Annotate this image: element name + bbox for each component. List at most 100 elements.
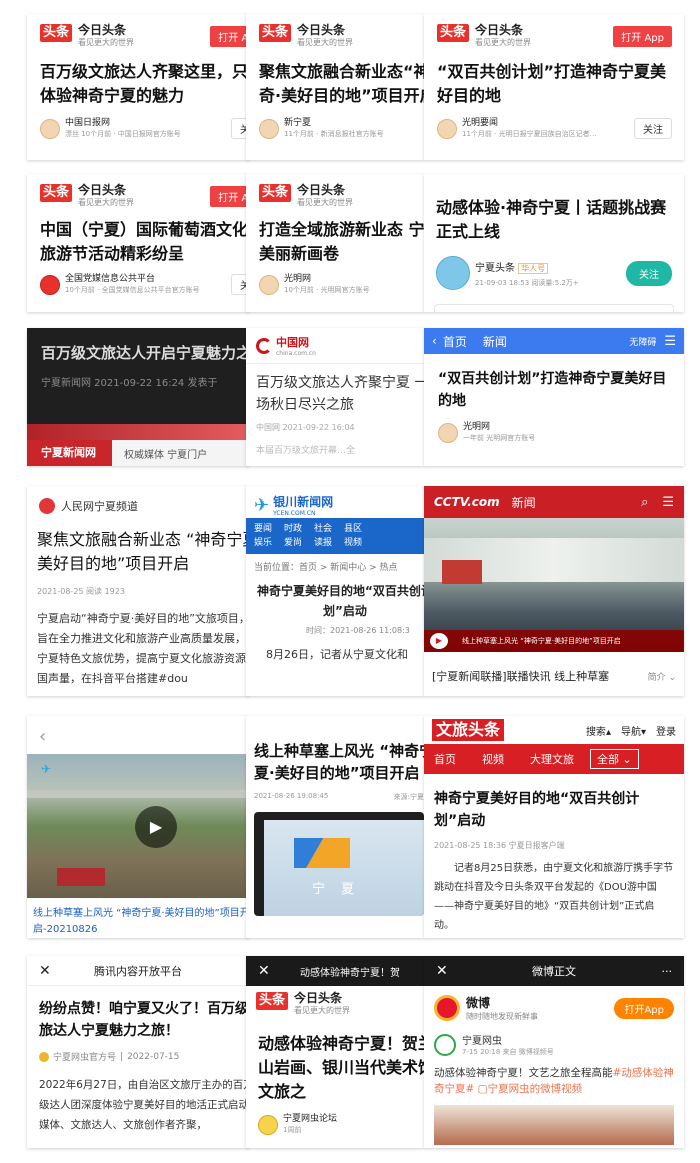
nav-menu[interactable]: 导航▾ <box>621 723 646 738</box>
video-frame[interactable]: ▶ ✈ <box>27 754 249 898</box>
ningxia-news-card[interactable]: 百万级文旅达人开启宁夏魅力之旅 宁夏新闻网 2021-09-22 16:24 发… <box>27 328 249 466</box>
video-frame[interactable]: 宁 夏 <box>254 812 424 916</box>
tab-all-dropdown[interactable]: 全部 ⌄ <box>590 749 639 769</box>
video-link[interactable]: 宁夏网虫的微博视频 <box>488 1083 583 1095</box>
gmw-topbar: ‹ 首页 新闻 无障碍 ☰ <box>424 328 684 354</box>
close-icon[interactable]: ✕ <box>258 963 270 979</box>
open-app-button[interactable]: 打开 App <box>210 25 249 47</box>
huaren-card[interactable]: 动感体验·神奇宁夏丨话题挑战赛正式上线 宁夏头条 华人号 21-09-03 18… <box>424 174 684 312</box>
site-domain: YCEN.COM.CN <box>273 510 316 517</box>
video-frame[interactable]: 线上种草塞上风光 “神奇宁夏·美好目的地”项目开启 ▶ <box>424 518 684 652</box>
brand-name: 今日头条 <box>78 183 127 197</box>
article-title[interactable]: 聚焦文旅融合新业态 “神奇宁夏·美好目的地”项目开启 <box>27 514 249 576</box>
play-icon[interactable]: ▶ <box>430 633 448 649</box>
video-card-1[interactable]: ‹ ▶ ✈ 线上种草塞上风光 “神奇宁夏·美好目的地”项目开启-20210826 <box>27 716 249 938</box>
toutiao-header: 头条 今日头条 看见更大的世界 <box>40 24 134 48</box>
user-name[interactable]: 宁夏网虫 <box>462 1032 554 1047</box>
cctv-topbar: CCTV.com 新闻 ⌕ ☰ <box>424 486 684 518</box>
open-app-button[interactable]: 打开 App <box>613 25 672 47</box>
search-icon[interactable]: ⌕ <box>641 495 648 510</box>
toutiao-card-3[interactable]: 头条 今日头条 看见更大的世界 打开 App “双百共创计划”打造神奇宁夏美好目的… <box>424 14 684 160</box>
article-title[interactable]: “双百共创计划”打造神奇宁夏美好目的地 <box>424 354 684 412</box>
open-app-button[interactable]: 打开App <box>614 997 674 1019</box>
toutiao-card-2[interactable]: 头条 今日头条 看见更大的世界 聚焦文旅融合新业态“神奇·美好目的地”项目开启 新… <box>246 14 424 160</box>
video-watermark <box>57 868 105 886</box>
accessibility-link[interactable]: 无障碍 <box>629 335 656 348</box>
page-title: 微博正文 <box>532 965 576 978</box>
peoplenet-card[interactable]: 人民网宁夏频道 聚焦文旅融合新业态 “神奇宁夏·美好目的地”项目开启 2021-… <box>27 486 249 696</box>
article-meta: 中国网 2021-09-22 16:04 <box>256 423 355 432</box>
back-icon[interactable]: ‹ <box>432 334 437 348</box>
nav-item[interactable]: 要闻 <box>254 522 272 536</box>
tab-dali[interactable]: 大理文旅 <box>530 751 574 767</box>
chevron-down-icon: ⌄ <box>668 672 676 683</box>
nav-item[interactable]: 爱尚 <box>284 536 302 550</box>
nav-item[interactable]: 时政 <box>284 522 302 536</box>
search-label: 搜索 <box>585 726 606 738</box>
nav-item[interactable]: 社会 <box>314 522 332 536</box>
video-thumbnail[interactable] <box>434 1105 674 1145</box>
home-link[interactable]: 首页 <box>443 333 467 350</box>
brand-name: 今日头条 <box>294 991 343 1005</box>
login-link[interactable]: 登录 <box>656 723 676 738</box>
more-icon[interactable]: ··· <box>662 965 673 978</box>
article-source: 来源:宁夏 <box>393 793 424 801</box>
article-title[interactable]: 百万级文旅达人开启宁夏魅力之旅 <box>27 328 249 364</box>
follow-button[interactable]: 关注 <box>634 118 672 139</box>
tab-home[interactable]: 首页 <box>434 751 456 767</box>
tencent-card[interactable]: ✕ 腾讯内容开放平台 纷纷点赞！咱宁夏又火了！百万级文旅达人宁夏魅力之旅！ 宁夏… <box>27 956 249 1148</box>
nav-item[interactable]: 读报 <box>314 536 332 550</box>
toutiao-card-4[interactable]: 头条 今日头条看见更大的世界 打开 App 中国（宁夏）国际葡萄酒文化旅游节活动… <box>27 174 249 312</box>
close-icon[interactable]: ✕ <box>39 963 51 979</box>
weibo-header: 微博 随时随地发现新鲜事 打开App <box>424 986 684 1022</box>
article-title[interactable]: 纷纷点赞！咱宁夏又火了！百万级文旅达人宁夏魅力之旅！ <box>27 986 249 1042</box>
close-icon[interactable]: ✕ <box>436 963 448 979</box>
article-title[interactable]: 神奇宁夏美好目的地“双百共创计划”启动 <box>424 774 684 832</box>
article-title[interactable]: “双百共创计划”打造神奇宁夏美好目的地 <box>424 48 684 108</box>
article-title[interactable]: 线上种草塞上风光 “神奇宁夏·美好目的地”项目开启 <box>246 716 424 784</box>
article-title[interactable]: 聚焦文旅融合新业态“神奇·美好目的地”项目开启 <box>246 48 424 108</box>
source-avatar <box>258 1114 278 1135</box>
nav-item[interactable]: 县区 <box>344 522 362 536</box>
follow-button[interactable]: 关注 <box>626 260 672 286</box>
menu-icon[interactable]: ☰ <box>662 495 674 510</box>
menu-icon[interactable]: ☰ <box>664 334 676 349</box>
article-title[interactable]: 神奇宁夏美好目的地“双百共创计划”启动 <box>246 573 424 621</box>
open-app-button[interactable]: 打开 App <box>210 185 249 207</box>
video-card-2[interactable]: 线上种草塞上风光 “神奇宁夏·美好目的地”项目开启 2021-08-26 19:… <box>246 716 424 938</box>
toutiao-card-5[interactable]: 头条 今日头条 看见更大的世界 打造全域旅游新业态 宁夏美丽新画卷 光明网 10个月… <box>246 174 424 312</box>
tab-video[interactable]: 视频 <box>482 751 504 767</box>
article-title[interactable]: 百万级文旅达人齐聚这里，只为体验神奇宁夏的魅力 <box>27 48 249 108</box>
weibo-card[interactable]: ✕ 微博正文 ··· 微博 随时随地发现新鲜事 打开App 宁夏网虫 7-15 20… <box>424 956 684 1148</box>
article-title[interactable]: 百万级文旅达人齐聚宁夏 一场秋日尽兴之旅 <box>246 364 424 416</box>
source-row: 宁夏网虫论坛 1周前 <box>246 1104 424 1135</box>
toutiao-card-1[interactable]: 头条 今日头条看见更大的世界 打开 App 百万级文旅达人齐聚这里，只为体验神奇… <box>27 14 249 160</box>
back-icon[interactable]: ‹ <box>27 716 249 754</box>
toutiao-card-6[interactable]: ✕ 动感体验神奇宁夏！贺 头条 今日头条 看见更大的世界 动感体验神奇宁夏！贺兰山… <box>246 956 424 1148</box>
intro-toggle[interactable]: 简介 ⌄ <box>642 670 676 683</box>
video-title[interactable]: [宁夏新闻联播]联播快讯 线上种草塞 <box>432 668 609 684</box>
chinanet-card[interactable]: 中国网 china.com.cn 百万级文旅达人齐聚宁夏 一场秋日尽兴之旅 中国网… <box>246 328 424 466</box>
chinanet-logo-icon <box>256 337 272 354</box>
toutiao-logo: 头条 <box>259 184 292 202</box>
article-title[interactable]: 中国（宁夏）国际葡萄酒文化旅游节活动精彩纷呈 <box>27 208 249 266</box>
article-meta: 2021-08-26 19:08:45 来源:宁夏 <box>246 784 424 802</box>
wenlv-card[interactable]: 文旅头条 搜索▴ 导航▾ 登录 首页 视频 大理文旅 全部 ⌄ 神奇宁夏美好目的… <box>424 716 684 938</box>
source-tag-badge: 华人号 <box>518 262 549 274</box>
user-avatar[interactable] <box>434 1033 456 1056</box>
post-user-row: 宁夏网虫 7-15 20:18 来自 微博视频号 <box>424 1022 684 1057</box>
article-title[interactable]: 打造全域旅游新业态 宁夏美丽新画卷 <box>246 208 424 266</box>
site-name: 人民网宁夏频道 <box>61 500 138 513</box>
video-caption-link[interactable]: 线上种草塞上风光 “神奇宁夏·美好目的地”项目开启-20210826 <box>27 898 249 938</box>
ningxia-logo-icon: ✈ <box>41 762 52 776</box>
play-icon[interactable]: ▶ <box>135 806 177 848</box>
search-menu[interactable]: 搜索▴ <box>586 723 611 738</box>
nav-item[interactable]: 视频 <box>344 536 362 550</box>
nav-item[interactable]: 娱乐 <box>254 536 272 550</box>
article-title[interactable]: 动感体验·神奇宁夏丨话题挑战赛正式上线 <box>424 174 684 244</box>
article-title[interactable]: 动感体验神奇宁夏！贺兰山岩画、银川当代美术馆文旅之 <box>246 1016 424 1104</box>
cctv-card[interactable]: CCTV.com 新闻 ⌕ ☰ 线上种草塞上风光 “神奇宁夏·美好目的地”项目开… <box>424 486 684 696</box>
gmw-card[interactable]: ‹ 首页 新闻 无障碍 ☰ “双百共创计划”打造神奇宁夏美好目的地 光明网 一年前… <box>424 328 684 466</box>
ycen-card[interactable]: ✈ 银川新闻网 YCEN.COM.CN 要闻 时政 社会 县区 娱乐 爱尚 读报 视频 当前位… <box>246 486 424 696</box>
intro-label: 简介 <box>647 672 666 683</box>
